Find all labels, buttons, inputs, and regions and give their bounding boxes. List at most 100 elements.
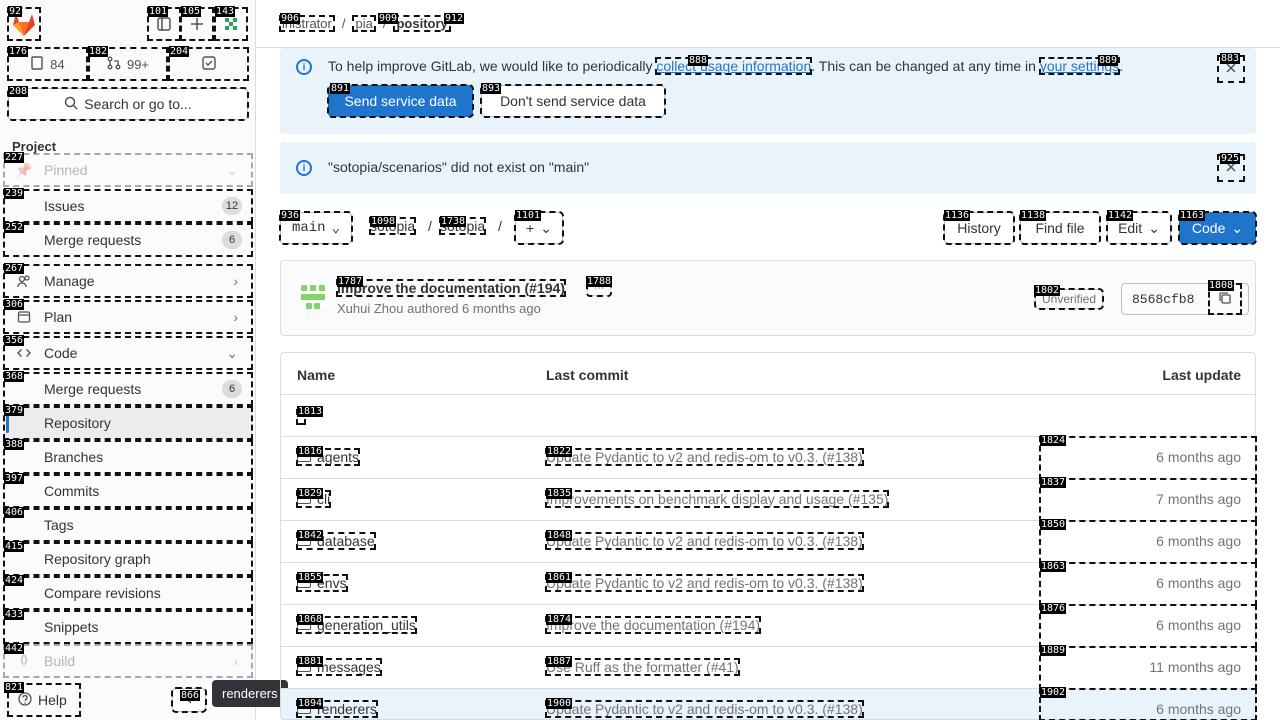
history-button[interactable]: History bbox=[943, 211, 1015, 245]
parent-directory-link[interactable] bbox=[296, 409, 306, 425]
sidebar-item-repository[interactable]: Repository bbox=[3, 406, 253, 440]
breadcrumb-item[interactable]: inistrator bbox=[279, 15, 335, 32]
breadcrumb: inistrator / pia / pository bbox=[256, 0, 1280, 48]
code-dropdown[interactable]: Code ⌄ bbox=[1178, 211, 1257, 245]
sidebar-item-tags[interactable]: Tags bbox=[3, 508, 253, 542]
branch-selector[interactable]: main ⌄ bbox=[279, 211, 353, 245]
breadcrumb-current[interactable]: pository bbox=[393, 15, 451, 32]
copy-sha-button[interactable] bbox=[1208, 283, 1242, 315]
sidebar-item-build[interactable]: Build › bbox=[3, 644, 253, 678]
sidebar-counters: 84 99+ bbox=[7, 47, 250, 81]
branch-name: main bbox=[291, 220, 326, 236]
sidebar-item-branches[interactable]: Branches bbox=[3, 440, 253, 474]
sidebar-item-label: Code bbox=[44, 345, 78, 361]
commit-meta: Xuhui Zhou authored 6 months ago bbox=[337, 301, 541, 316]
chevron-right-icon: › bbox=[233, 309, 238, 325]
dismiss-branch-alert-button[interactable] bbox=[1217, 154, 1245, 182]
folder-icon bbox=[297, 536, 311, 546]
sidebar-item-plan[interactable]: Plan › bbox=[3, 300, 253, 334]
unverified-badge[interactable]: Unverified bbox=[1033, 288, 1105, 310]
commit-message-link[interactable]: Use Ruff as the formatter (#41) bbox=[545, 658, 740, 676]
sidebar-item-pinned[interactable]: 📌 Pinned ⌄ bbox=[3, 153, 253, 187]
issues-count: 84 bbox=[50, 56, 65, 72]
folder-link[interactable]: generation_utils bbox=[296, 616, 417, 634]
folder-icon bbox=[297, 452, 311, 462]
folder-link[interactable]: database bbox=[296, 532, 376, 550]
folder-link[interactable]: envs bbox=[296, 574, 348, 592]
merge-request-icon bbox=[107, 56, 121, 73]
sidebar-item-issues[interactable]: Issues 12 bbox=[3, 189, 253, 223]
alert-text: . bbox=[1119, 58, 1124, 74]
info-icon: i bbox=[296, 160, 312, 176]
sidebar-item-repository-graph[interactable]: Repository graph bbox=[3, 542, 253, 576]
sidebar-item-commits[interactable]: Commits bbox=[3, 474, 253, 508]
commit-message-link[interactable]: Improve the documentation (#194) bbox=[544, 616, 762, 634]
commit-message-link[interactable]: Update Pydantic to v2 and redis-om to v0… bbox=[545, 700, 864, 718]
gitlab-logo-icon[interactable] bbox=[7, 7, 41, 41]
last-update-cell[interactable] bbox=[1039, 688, 1257, 720]
sidebar-item-label: Tags bbox=[44, 517, 74, 533]
folder-link[interactable]: renderers bbox=[296, 700, 378, 718]
breadcrumb-separator: / bbox=[382, 16, 387, 31]
help-button[interactable]: Help bbox=[7, 683, 81, 717]
sidebar-toggle-icon[interactable] bbox=[147, 7, 181, 41]
alert-text: To help improve GitLab, we would like to… bbox=[328, 58, 653, 74]
merge-requests-counter[interactable]: 99+ bbox=[87, 47, 169, 81]
folder-icon bbox=[297, 494, 311, 504]
send-service-data-button[interactable]: Send service data bbox=[327, 84, 474, 118]
chevron-down-icon: ⌄ bbox=[226, 344, 238, 361]
sidebar-item-merge-requests-pinned[interactable]: Merge requests 6 bbox=[3, 223, 253, 257]
last-update-cell[interactable] bbox=[1039, 520, 1257, 564]
folder-link[interactable]: cli bbox=[295, 490, 332, 508]
commit-message-link[interactable]: Update Pydantic to v2 and redis-om to v0… bbox=[545, 574, 864, 592]
breadcrumb-item[interactable]: pia bbox=[352, 15, 376, 32]
settings-link[interactable]: your settings bbox=[1038, 57, 1121, 75]
last-update-cell[interactable] bbox=[1039, 562, 1257, 606]
last-update-cell[interactable] bbox=[1039, 604, 1257, 648]
sidebar-item-snippets[interactable]: Snippets bbox=[3, 610, 253, 644]
sidebar-item-label: Merge requests bbox=[44, 232, 142, 248]
collapse-icon bbox=[183, 692, 195, 708]
usage-alert: i To help improve GitLab, we would like … bbox=[280, 48, 1256, 134]
commit-message-link[interactable]: Improvements on benchmark display and us… bbox=[544, 490, 890, 508]
folder-link[interactable]: agents bbox=[295, 448, 361, 466]
search-button[interactable]: Search or go to... bbox=[7, 87, 249, 121]
chevron-down-icon: ⌄ bbox=[226, 161, 238, 178]
sidebar-item-label: Repository bbox=[44, 415, 111, 431]
chevron-down-icon: ⌄ bbox=[331, 220, 341, 237]
sidebar-item-code[interactable]: Code ⌄ bbox=[3, 336, 253, 370]
author-avatar[interactable] bbox=[297, 281, 329, 313]
dont-send-service-data-button[interactable]: Don't send service data bbox=[480, 84, 666, 118]
commit-message-link[interactable]: Update Pydantic to v2 and redis-om to v0… bbox=[545, 448, 864, 466]
help-icon bbox=[18, 691, 32, 709]
create-new-icon[interactable] bbox=[180, 7, 214, 41]
add-to-tree-button[interactable]: + ⌄ bbox=[514, 211, 564, 245]
copy-icon bbox=[1218, 291, 1232, 308]
file-name: agents bbox=[317, 449, 360, 465]
commit-title-link[interactable]: Improve the documentation (#194) bbox=[336, 279, 566, 297]
sidebar-item-manage[interactable]: Manage › bbox=[3, 264, 253, 298]
collapse-sidebar-button[interactable] bbox=[171, 687, 207, 713]
sidebar-item-label: Build bbox=[44, 653, 76, 669]
commit-message-link[interactable]: Update Pydantic to v2 and redis-om to v0… bbox=[545, 532, 864, 550]
sidebar-item-label: Snippets bbox=[44, 619, 99, 635]
path-segment[interactable]: sotopia bbox=[368, 217, 417, 235]
issues-counter[interactable]: 84 bbox=[7, 47, 88, 81]
path-segment[interactable]: sotopia bbox=[438, 217, 487, 235]
usage-alert-message: To help improve GitLab, we would like to… bbox=[328, 57, 1124, 75]
file-name: generation_utils bbox=[317, 617, 416, 633]
last-update-cell[interactable] bbox=[1039, 436, 1257, 480]
sidebar-item-compare-revisions[interactable]: Compare revisions bbox=[3, 576, 253, 610]
folder-link[interactable]: messages bbox=[296, 658, 382, 676]
last-update-cell[interactable] bbox=[1039, 646, 1257, 690]
sidebar-item-merge-requests[interactable]: Merge requests 6 bbox=[3, 372, 253, 406]
sidebar-item-label: Issues bbox=[44, 198, 85, 214]
last-update-cell[interactable] bbox=[1039, 478, 1257, 522]
dismiss-usage-alert-button[interactable] bbox=[1217, 55, 1245, 83]
edit-dropdown[interactable]: Edit ⌄ bbox=[1106, 211, 1172, 245]
collect-usage-link[interactable]: collect usage information bbox=[655, 57, 813, 75]
todos-counter[interactable] bbox=[168, 47, 250, 81]
find-file-button[interactable]: Find file bbox=[1019, 211, 1101, 245]
ellipsis-toggle-button[interactable]: ⋯ bbox=[586, 279, 612, 297]
user-avatar[interactable] bbox=[214, 7, 248, 41]
